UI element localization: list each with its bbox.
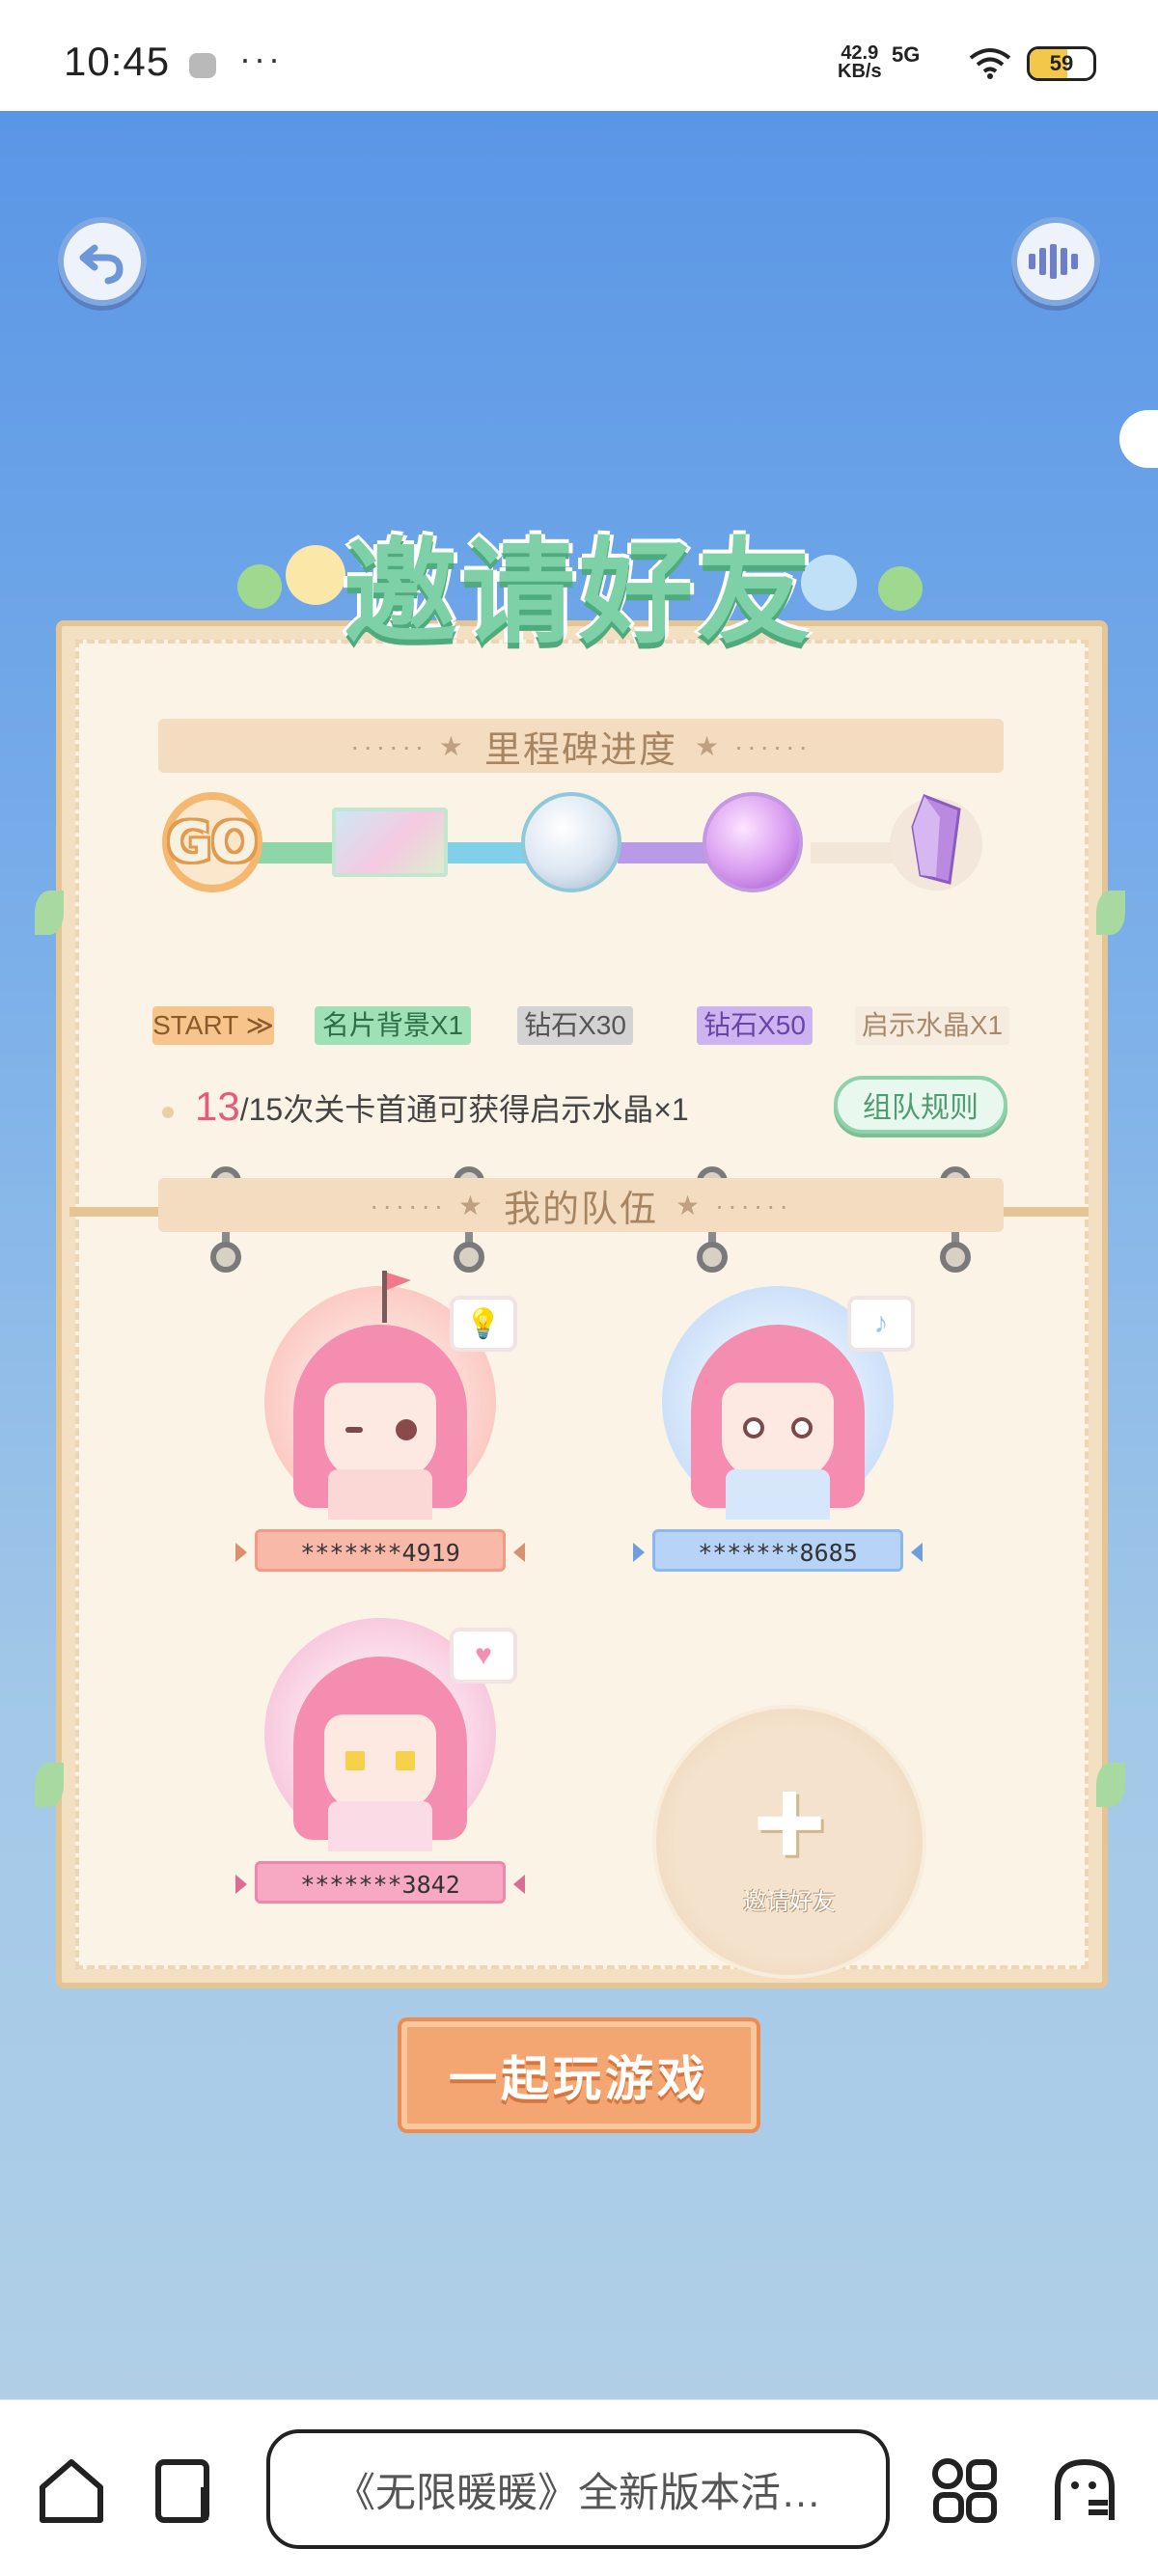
progress-text: /15次关卡首通可获得启示水晶×1 xyxy=(239,1092,689,1127)
vine-leaf-icon xyxy=(35,891,64,935)
avatar-face xyxy=(324,1714,436,1811)
go-start-icon: GO xyxy=(162,792,262,892)
page-title: 邀请好友 xyxy=(343,525,814,659)
plus-icon: + xyxy=(753,1750,826,1892)
heart-icon: ♥ xyxy=(450,1628,517,1684)
avatar-body xyxy=(328,1469,432,1520)
milestone-label-diamond30: 钻石X30 xyxy=(517,1006,633,1045)
cloud-decoration xyxy=(1119,410,1158,468)
team-header: ······ ★ 我的队伍 ★ ······ xyxy=(158,1178,1004,1232)
music-note-icon: ♪ xyxy=(847,1296,915,1352)
arrow-left-icon xyxy=(513,1875,525,1894)
network-speed: 42.9 KB/s xyxy=(838,43,882,82)
more-notifications-icon: ··· xyxy=(239,39,283,78)
member-name: *******8685 xyxy=(652,1529,903,1572)
leader-flag-icon xyxy=(382,1271,411,1323)
search-bar[interactable]: 《无限暖暖》全新版本活… xyxy=(266,2429,890,2549)
arrow-right-icon xyxy=(633,1543,645,1562)
play-together-button[interactable]: 一起玩游戏 xyxy=(401,2021,757,2129)
browser-bottom-bar: 《无限暖暖》全新版本活… xyxy=(0,2399,1158,2576)
progress-count: 13 xyxy=(195,1083,240,1129)
milestone-progress: 13/15次关卡首通可获得启示水晶×1 xyxy=(162,1083,689,1130)
member-name: *******4919 xyxy=(255,1529,506,1572)
back-arrow-icon xyxy=(79,244,124,285)
team-rules-button[interactable]: 组队规则 xyxy=(834,1076,1007,1134)
avatar-face xyxy=(324,1383,436,1479)
apps-icon[interactable] xyxy=(928,2454,1002,2528)
milestone-label-start: START ≫ xyxy=(152,1006,274,1045)
arrow-right-icon xyxy=(235,1543,247,1562)
status-time: 10:45 xyxy=(64,39,171,84)
vine-leaf-icon xyxy=(1096,1763,1125,1807)
milestone-label-crystal: 启示水晶X1 xyxy=(855,1006,1009,1045)
arrow-right-icon xyxy=(235,1875,247,1894)
game-viewport: 邀请好友 ······ ★ 里程碑进度 ★ ······ GO START ≫ … xyxy=(0,111,1158,2399)
milestone-title: 里程碑进度 xyxy=(483,729,677,771)
arrow-left-icon xyxy=(911,1543,923,1562)
network-speed-unit: KB/s xyxy=(838,61,882,82)
card-background-icon xyxy=(332,808,448,877)
team-member[interactable]: 💡 *******4919 xyxy=(235,1271,525,1595)
team-member[interactable]: ♪ *******8685 xyxy=(633,1276,923,1595)
purple-diamond-icon xyxy=(703,792,803,892)
tabs-icon[interactable] xyxy=(151,2454,224,2528)
back-button[interactable] xyxy=(58,217,147,306)
sound-wave-icon xyxy=(1029,244,1078,279)
home-icon[interactable] xyxy=(35,2454,108,2528)
lightbulb-icon: 💡 xyxy=(450,1296,517,1352)
battery-icon: 59 xyxy=(1027,46,1096,81)
milestone-header: ······ ★ 里程碑进度 ★ ······ xyxy=(158,719,1004,773)
member-name: *******3842 xyxy=(255,1861,506,1904)
star-icon: ······ ★ xyxy=(370,1190,486,1220)
invite-friend-slot[interactable]: + 邀请好友 xyxy=(652,1705,926,1979)
star-icon: ······ ★ xyxy=(350,730,467,761)
title-banner: 邀请好友 xyxy=(224,505,934,659)
avatar-body xyxy=(328,1801,432,1851)
avatar-body xyxy=(726,1469,830,1520)
invite-friend-label: 邀请好友 xyxy=(743,1888,836,1915)
bullet-icon xyxy=(162,1106,174,1118)
milestone-label-card: 名片背景X1 xyxy=(315,1006,471,1045)
clear-diamond-icon xyxy=(521,792,621,892)
crystal-icon xyxy=(890,794,982,891)
status-bar: 10:45 ··· 42.9 KB/s 5G 59 xyxy=(0,0,1158,111)
avatar-face xyxy=(722,1383,834,1479)
vine-leaf-icon xyxy=(35,1763,64,1807)
milestone-label-diamond50: 钻石X50 xyxy=(697,1006,813,1045)
team-title: 我的队伍 xyxy=(503,1189,658,1230)
wifi-icon xyxy=(969,48,1011,79)
app-notification-icon xyxy=(189,53,216,78)
team-member[interactable]: ♥ *******3842 xyxy=(235,1608,525,1927)
network-type: 5G xyxy=(892,42,921,67)
star-icon: ★ ······ xyxy=(695,730,812,761)
vine-leaf-icon xyxy=(1096,891,1125,935)
ghost-icon[interactable] xyxy=(1048,2454,1121,2528)
go-label: GO xyxy=(167,810,258,874)
play-together-label: 一起玩游戏 xyxy=(449,2052,709,2106)
voice-button[interactable] xyxy=(1011,217,1100,306)
arrow-left-icon xyxy=(513,1543,525,1562)
battery-percent: 59 xyxy=(1049,51,1074,75)
star-icon: ★ ······ xyxy=(676,1190,792,1220)
